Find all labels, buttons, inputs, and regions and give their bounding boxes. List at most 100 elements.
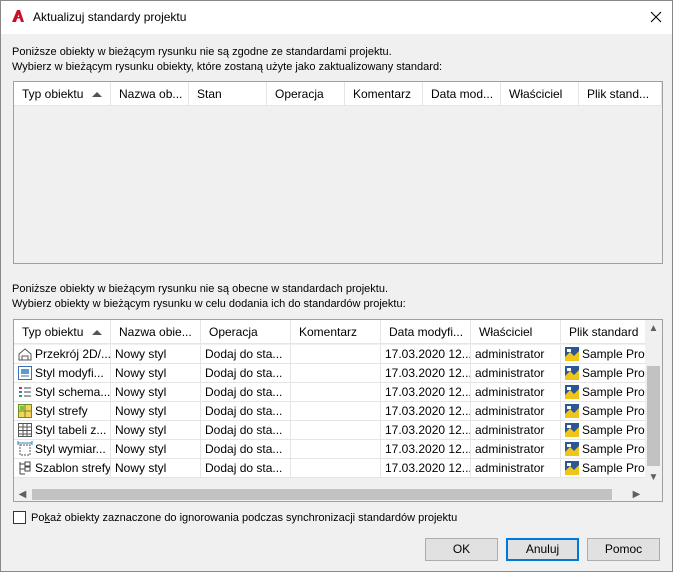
table-row[interactable]: Szablon strefy Nowy styl Dodaj do sta... 17… <box>14 459 647 478</box>
table-cell-text: Styl strefy <box>35 404 88 418</box>
window-title: Aktualizuj standardy projektu <box>33 10 187 24</box>
table-cell-name: Nowy styl <box>111 364 201 383</box>
table-cell-file: Sample Pro <box>561 440 647 459</box>
table-cell-text: Sample Pro <box>582 461 645 475</box>
table-cell-text: Styl modyfi... <box>35 366 104 380</box>
table-cell-name: Nowy styl <box>111 345 201 364</box>
sort-ascending-icon <box>92 330 102 335</box>
column-header-operation[interactable]: Operacja <box>267 82 345 106</box>
show-ignored-objects-checkbox[interactable] <box>13 511 26 524</box>
bottom-description-line1: Poniższe obiekty w bieżącym rysunku nie … <box>12 283 389 295</box>
vertical-scroll-thumb[interactable] <box>647 366 660 466</box>
table-cell-text: Sample Pro <box>582 404 645 418</box>
missing-grid-header: Typ obiektu Nazwa obie... Operacja Komen… <box>14 320 647 344</box>
table-cell-text: Nowy styl <box>115 461 167 475</box>
column-header-modified-date[interactable]: Data modyfi... <box>381 320 471 344</box>
nonconforming-objects-grid[interactable]: Typ obiektu Nazwa ob... Stan Operacja Ko… <box>13 81 663 264</box>
table-cell-text: Przekrój 2D/... <box>35 347 111 361</box>
table-cell-operation: Dodaj do sta... <box>201 402 291 421</box>
table-cell-operation: Dodaj do sta... <box>201 440 291 459</box>
dialog-window: Aktualizuj standardy projektu Poniższe o… <box>0 0 673 572</box>
table-cell-text: Nowy styl <box>115 423 167 437</box>
table-row[interactable]: Styl wymiar... Nowy styl Dodaj do sta... 17… <box>14 440 647 459</box>
column-header-object-type[interactable]: Typ obiektu <box>14 320 111 344</box>
table-cell-operation: Dodaj do sta... <box>201 421 291 440</box>
sample-project-file-icon <box>564 384 580 400</box>
table-cell-owner: administrator <box>471 364 561 383</box>
help-button[interactable]: Pomoc <box>587 538 660 561</box>
column-header-comment[interactable]: Komentarz <box>291 320 381 344</box>
table-row[interactable]: Styl schema... Nowy styl Dodaj do sta... 17… <box>14 383 647 402</box>
column-header-object-type[interactable]: Typ obiektu <box>14 82 111 106</box>
horizontal-scroll-thumb[interactable] <box>32 489 612 500</box>
table-cell-text: Nowy styl <box>115 385 167 399</box>
table-cell-operation: Dodaj do sta... <box>201 459 291 478</box>
table-cell-type: Styl schema... <box>14 383 111 402</box>
horizontal-scrollbar[interactable]: ◀ ▶ <box>14 486 645 501</box>
table-cell-text: 17.03.2020 12... <box>385 442 471 456</box>
table-cell-date: 17.03.2020 12... <box>381 440 471 459</box>
close-button[interactable] <box>640 1 672 33</box>
table-cell-text: administrator <box>475 385 545 399</box>
table-cell-text: Dodaj do sta... <box>205 461 283 475</box>
scroll-left-icon[interactable]: ◀ <box>14 486 31 501</box>
column-header-owner[interactable]: Właściciel <box>501 82 579 106</box>
table-cell-date: 17.03.2020 12... <box>381 459 471 478</box>
table-cell-text: Dodaj do sta... <box>205 366 283 380</box>
table-cell-text: Nowy styl <box>115 347 167 361</box>
table-cell-date: 17.03.2020 12... <box>381 364 471 383</box>
table-cell-comment <box>291 345 381 364</box>
table-cell-text: 17.03.2020 12... <box>385 404 471 418</box>
table-cell-owner: administrator <box>471 459 561 478</box>
table-cell-operation: Dodaj do sta... <box>201 383 291 402</box>
table-cell-file: Sample Pro <box>561 402 647 421</box>
scroll-up-icon[interactable]: ▲ <box>645 320 662 337</box>
table-row[interactable]: Przekrój 2D/... Nowy styl Dodaj do sta... 1… <box>14 345 647 364</box>
table-cell-name: Nowy styl <box>111 440 201 459</box>
table-cell-text: administrator <box>475 347 545 361</box>
table-cell-date: 17.03.2020 12... <box>381 421 471 440</box>
table-row[interactable]: Styl strefy Nowy styl Dodaj do sta... 17.03… <box>14 402 647 421</box>
show-ignored-objects-option[interactable]: Pokaż obiekty zaznaczone do ignorowania … <box>13 511 457 524</box>
vertical-scrollbar[interactable]: ▲ ▼ <box>645 320 662 486</box>
sample-project-file-icon <box>564 365 580 381</box>
column-header-owner[interactable]: Właściciel <box>471 320 561 344</box>
table-cell-text: Nowy styl <box>115 442 167 456</box>
cancel-button[interactable]: Anuluj <box>506 538 579 561</box>
scroll-right-icon[interactable]: ▶ <box>628 486 645 501</box>
column-header-standards-file[interactable]: Plik standard <box>561 320 647 344</box>
sample-project-file-icon <box>564 441 580 457</box>
table-cell-text: administrator <box>475 404 545 418</box>
table-cell-text: administrator <box>475 442 545 456</box>
table-cell-type: Styl tabeli z... <box>14 421 111 440</box>
column-header-comment[interactable]: Komentarz <box>345 82 423 106</box>
table-cell-text: 17.03.2020 12... <box>385 347 471 361</box>
table-row[interactable]: Styl tabeli z... Nowy styl Dodaj do sta...… <box>14 421 647 440</box>
column-header-object-name[interactable]: Nazwa obie... <box>111 320 201 344</box>
column-header-object-name[interactable]: Nazwa ob... <box>111 82 189 106</box>
table-cell-owner: administrator <box>471 345 561 364</box>
column-header-modified-date[interactable]: Data mod... <box>423 82 501 106</box>
table-cell-text: Dodaj do sta... <box>205 385 283 399</box>
close-icon <box>650 11 662 23</box>
schedule-style-icon <box>17 384 33 400</box>
table-cell-text: 17.03.2020 12... <box>385 423 471 437</box>
zone-style-icon <box>17 403 33 419</box>
column-header-status[interactable]: Stan <box>189 82 267 106</box>
column-header-operation[interactable]: Operacja <box>201 320 291 344</box>
table-cell-text: Sample Pro <box>582 423 645 437</box>
table-cell-comment <box>291 459 381 478</box>
table-cell-comment <box>291 364 381 383</box>
bottom-description-line2: Wybierz obiekty w bieżącym rysunku w cel… <box>12 298 406 310</box>
table-cell-type: Styl modyfi... <box>14 364 111 383</box>
table-cell-owner: administrator <box>471 440 561 459</box>
missing-objects-grid[interactable]: Typ obiektu Nazwa obie... Operacja Komen… <box>13 319 663 502</box>
table-cell-comment <box>291 440 381 459</box>
table-cell-owner: administrator <box>471 421 561 440</box>
ok-button[interactable]: OK <box>425 538 498 561</box>
table-row[interactable]: Styl modyfi... Nowy styl Dodaj do sta... 17… <box>14 364 647 383</box>
table-cell-owner: administrator <box>471 383 561 402</box>
missing-objects-rows: Przekrój 2D/... Nowy styl Dodaj do sta... 1… <box>14 345 647 478</box>
column-header-standards-file[interactable]: Plik stand... <box>579 82 662 106</box>
table-cell-text: Dodaj do sta... <box>205 423 283 437</box>
